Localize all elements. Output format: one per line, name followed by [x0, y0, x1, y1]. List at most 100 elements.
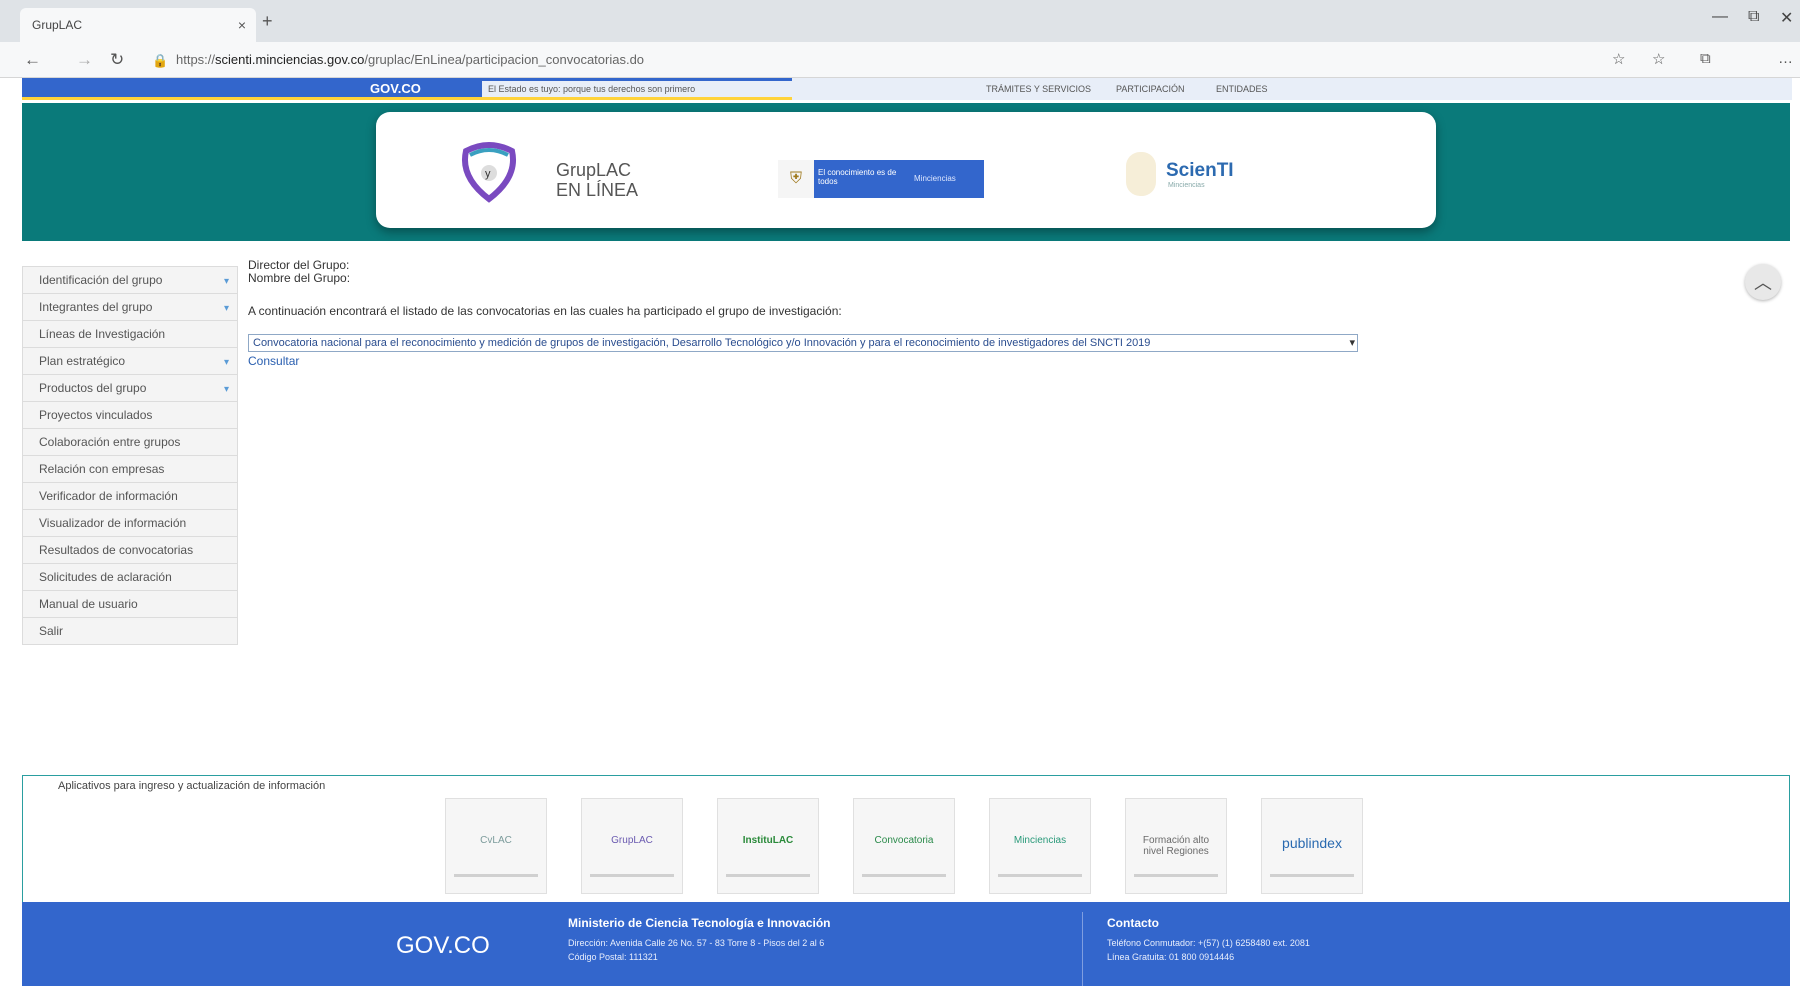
sidebar-item-label: Verificador de información: [39, 489, 178, 503]
favorites-icon[interactable]: ☆: [1652, 50, 1665, 68]
gruplac-line2: EN LÍNEA: [556, 180, 639, 200]
app-card-label: Minciencias: [1013, 835, 1067, 846]
sidebar-item-label: Productos del grupo: [39, 381, 147, 395]
app-card-underline: [454, 874, 538, 877]
app-card-underline: [726, 874, 810, 877]
gov-bar: GOV.CO El Estado es tuyo: porque tus der…: [22, 78, 1792, 100]
sidebar-item-colaboracion[interactable]: Colaboración entre grupos: [22, 429, 238, 456]
govco-logo[interactable]: GOV.CO: [370, 81, 421, 96]
sidebar-item-productos[interactable]: Productos del grupo ▾: [22, 375, 238, 402]
apps-panel: Aplicativos para ingreso y actualización…: [22, 775, 1790, 902]
back-icon[interactable]: ←: [24, 50, 41, 70]
sidebar-item-visualizador[interactable]: Visualizador de información: [22, 510, 238, 537]
sidebar-item-lineas[interactable]: Líneas de Investigación: [22, 321, 238, 348]
sidebar-item-relacion[interactable]: Relación con empresas: [22, 456, 238, 483]
footer-divider: [1082, 912, 1083, 986]
convocatoria-select[interactable]: Convocatoria nacional para el reconocimi…: [248, 334, 1358, 352]
sidebar-item-label: Relación con empresas: [39, 462, 165, 476]
group-name-label: Nombre del Grupo:: [248, 271, 351, 285]
collections-icon[interactable]: ⧉: [1700, 50, 1711, 67]
browser-tab[interactable]: GrupLAC ×: [20, 8, 256, 42]
tab-title: GrupLAC: [32, 18, 83, 32]
url-field[interactable]: https://scienti.minciencias.gov.co/grupl…: [176, 52, 644, 67]
footer-govco-logo[interactable]: GOV.CO: [396, 932, 490, 960]
sidebar-item-proyectos[interactable]: Proyectos vinculados: [22, 402, 238, 429]
chevron-down-icon: ▾: [1349, 337, 1355, 349]
gov-links: TRÁMITES Y SERVICIOS PARTICIPACIÓN ENTID…: [792, 78, 1792, 100]
svg-text:y: y: [485, 168, 491, 180]
sidebar-item-label: Identificación del grupo: [39, 273, 163, 287]
new-tab-icon[interactable]: +: [262, 11, 273, 32]
chevron-down-icon: ▾: [223, 357, 229, 368]
banner-card: y GrupLAC EN LÍNEA ⛨ El conocimiento es …: [376, 112, 1436, 228]
app-card-underline: [998, 874, 1082, 877]
more-icon[interactable]: …: [1778, 50, 1793, 67]
colombia-shield-icon: ⛨: [778, 160, 814, 198]
sidebar-item-label: Solicitudes de aclaración: [39, 570, 172, 584]
lock-icon[interactable]: 🔒: [152, 53, 168, 69]
minimize-icon[interactable]: —: [1712, 8, 1728, 26]
sidebar-item-integrantes[interactable]: Integrantes del grupo ▾: [22, 294, 238, 321]
sidebar-item-manual[interactable]: Manual de usuario: [22, 591, 238, 618]
scroll-to-top-icon[interactable]: ︿: [1745, 264, 1781, 300]
sidebar-item-resultados[interactable]: Resultados de convocatorias: [22, 537, 238, 564]
gov-link-tramites[interactable]: TRÁMITES Y SERVICIOS: [986, 78, 1091, 100]
app-card-underline: [590, 874, 674, 877]
scienti-subtitle: Minciencias: [1168, 182, 1205, 189]
footer-address: Dirección: Avenida Calle 26 No. 57 - 83 …: [568, 938, 825, 948]
scienti-logo-icon: [1126, 152, 1156, 196]
sidebar-item-plan[interactable]: Plan estratégico ▾: [22, 348, 238, 375]
app-card-underline: [1134, 874, 1218, 877]
chevron-down-icon: ▾: [223, 303, 229, 314]
chevron-down-icon: ▾: [223, 276, 229, 287]
sidebar-item-label: Líneas de Investigación: [39, 327, 166, 341]
app-card-label: Formación alto nivel Regiones: [1142, 835, 1210, 857]
app-card-formacion[interactable]: Formación alto nivel Regiones: [1125, 798, 1227, 894]
reading-view-icon[interactable]: ☆: [1612, 50, 1625, 68]
app-card-label: GrupLAC: [611, 835, 653, 846]
maximize-icon[interactable]: ⧉: [1748, 8, 1759, 26]
footer-free-line: Línea Gratuita: 01 800 0914446: [1107, 952, 1235, 962]
sidebar-item-label: Colaboración entre grupos: [39, 435, 181, 449]
sidebar-item-label: Plan estratégico: [39, 354, 126, 368]
sidebar-item-label: Manual de usuario: [39, 597, 138, 611]
tab-close-icon[interactable]: ×: [238, 17, 246, 33]
url-prefix: https://: [176, 52, 216, 67]
footer: GOV.CO Ministerio de Ciencia Tecnología …: [22, 902, 1790, 986]
director-label: Director del Grupo:: [248, 258, 350, 272]
app-card-cvlac[interactable]: CvLAC: [445, 798, 547, 894]
app-card-publindex[interactable]: publindex: [1261, 798, 1363, 894]
gov-link-entidades[interactable]: ENTIDADES: [1216, 78, 1268, 100]
gruplac-logo-icon: y: [462, 142, 516, 203]
chevron-down-icon: ▾: [223, 384, 229, 395]
app-card-convocatoria[interactable]: Convocatoria: [853, 798, 955, 894]
app-card-gruplac[interactable]: GrupLAC: [581, 798, 683, 894]
gruplac-title: GrupLAC EN LÍNEA: [556, 160, 638, 200]
consultar-link[interactable]: Consultar: [248, 354, 299, 368]
minciencias-logo: ⛨ El conocimiento es de todos Minciencia…: [778, 160, 984, 198]
forward-icon[interactable]: →: [76, 50, 93, 70]
sidebar-item-solicitudes[interactable]: Solicitudes de aclaración: [22, 564, 238, 591]
sidebar-item-salir[interactable]: Salir: [22, 618, 238, 645]
sidebar-menu: Identificación del grupo ▾ Integrantes de…: [22, 266, 238, 645]
app-card-underline: [1270, 874, 1354, 877]
url-path: /gruplac/EnLinea/participacion_convocato…: [364, 52, 645, 67]
sidebar-item-identificacion[interactable]: Identificación del grupo ▾: [22, 266, 238, 294]
sidebar-item-label: Visualizador de información: [39, 516, 187, 530]
minciencias-name: Minciencias: [914, 174, 956, 183]
app-card-institulac[interactable]: InstituLAC: [717, 798, 819, 894]
footer-ministry: Ministerio de Ciencia Tecnología e Innov…: [568, 916, 831, 930]
address-bar: ← → ↻ 🔒 https://scienti.minciencias.gov.…: [0, 42, 1800, 78]
scienti-title: ScienTI: [1166, 160, 1234, 181]
reload-icon[interactable]: ↻: [110, 50, 124, 70]
minciencias-slogan: El conocimiento es de todos: [818, 168, 897, 186]
sidebar-item-verificador[interactable]: Verificador de información: [22, 483, 238, 510]
gov-slogan: El Estado es tuyo: porque tus derechos s…: [482, 81, 798, 97]
app-card-minciencias[interactable]: Minciencias: [989, 798, 1091, 894]
footer-postal: Código Postal: 111321: [568, 952, 658, 962]
close-window-icon[interactable]: ✕: [1780, 8, 1793, 28]
gov-link-participacion[interactable]: PARTICIPACIÓN: [1116, 78, 1185, 100]
footer-contact-title: Contacto: [1107, 916, 1159, 930]
sidebar-item-label: Proyectos vinculados: [39, 408, 153, 422]
apps-title: Aplicativos para ingreso y actualización…: [58, 780, 326, 792]
